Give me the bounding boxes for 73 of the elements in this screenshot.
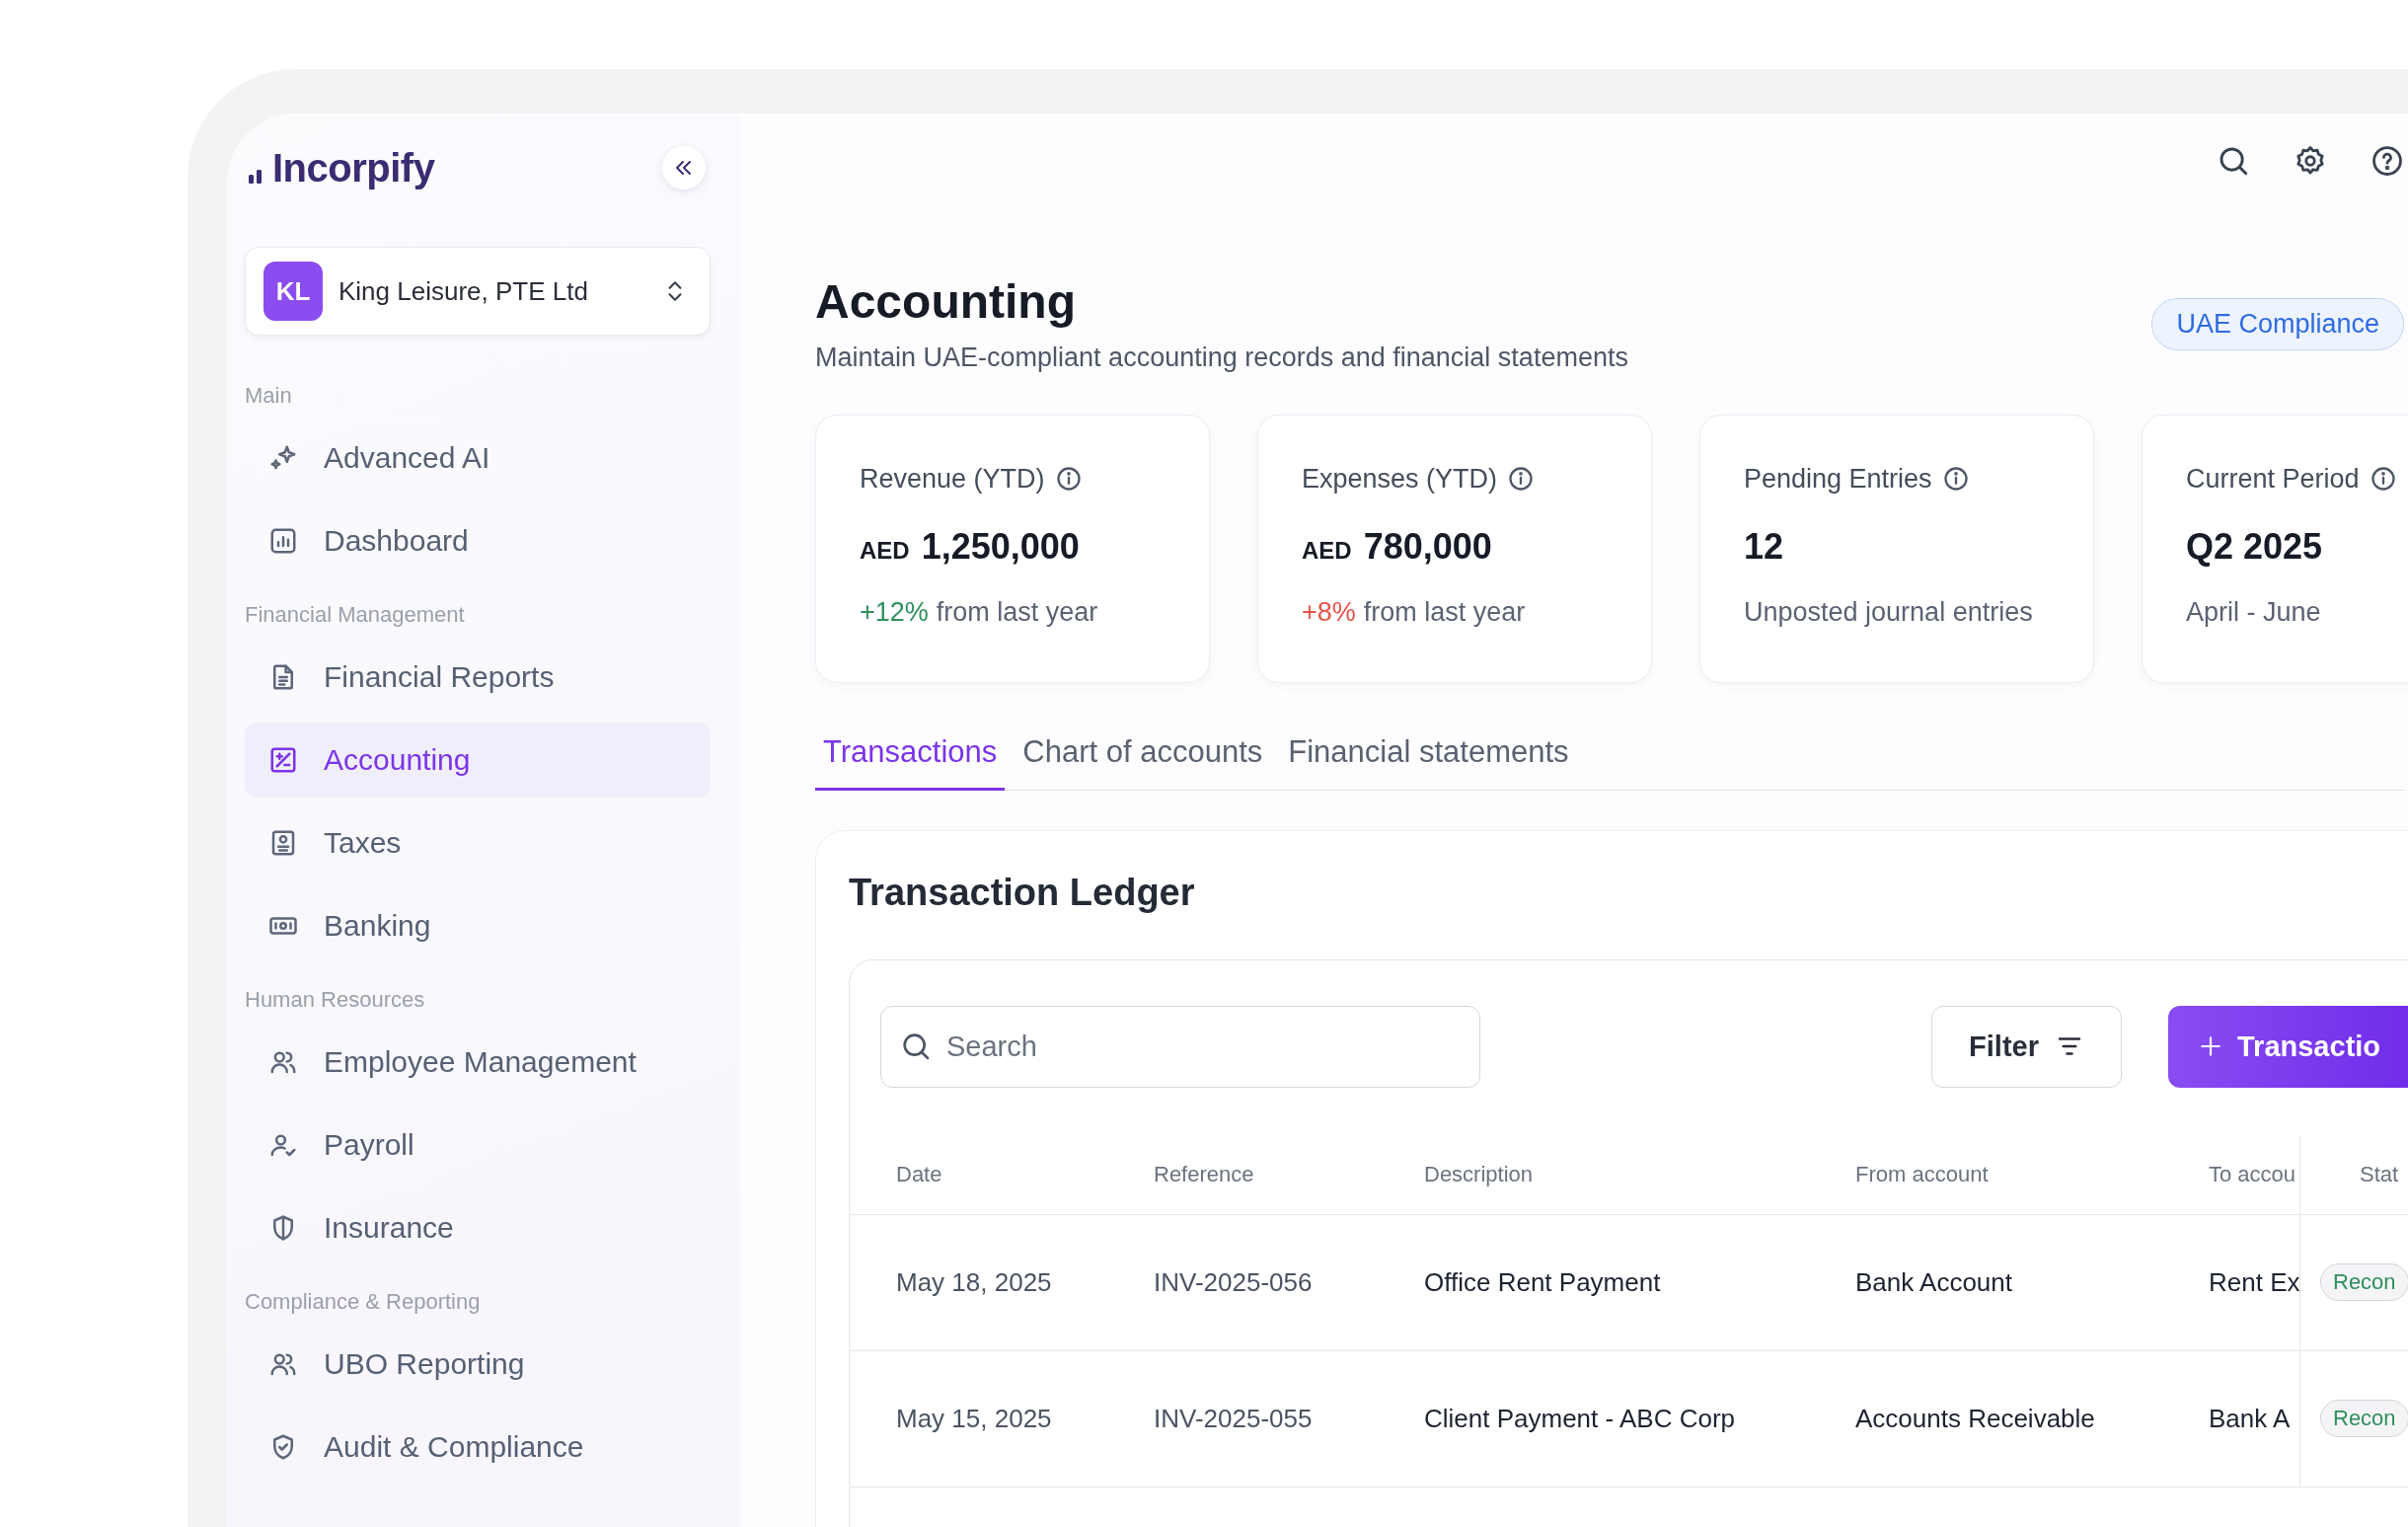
stat-note: from last year bbox=[936, 597, 1098, 628]
column-header: Date bbox=[850, 1134, 1154, 1215]
table-cell: May 18, 2025 bbox=[850, 1214, 1154, 1351]
table-cell: Client Payment - ABC Corp bbox=[1424, 1350, 1855, 1488]
table-cell: Rent Ex bbox=[2209, 1214, 2299, 1351]
table-cell: May 15, 2025 bbox=[850, 1350, 1154, 1488]
table-cell: Accounts Receivable bbox=[1855, 1350, 2209, 1488]
compliance-badge: UAE Compliance bbox=[2151, 298, 2404, 350]
currency-label: AED bbox=[1302, 537, 1352, 565]
stat-value: 780,000 bbox=[1363, 526, 1492, 568]
column-header: To accou bbox=[2209, 1134, 2299, 1215]
sidebar-item[interactable]: UBO Reporting bbox=[245, 1327, 711, 1402]
sidebar-item[interactable]: Taxes bbox=[245, 805, 711, 880]
column-header: Description bbox=[1424, 1134, 1855, 1215]
sidebar-item[interactable]: Employee Management bbox=[245, 1025, 711, 1100]
stat-value: 12 bbox=[1744, 526, 1784, 568]
status-badge: Recon bbox=[2320, 1263, 2408, 1301]
sidebar-item[interactable]: Financial Reports bbox=[245, 640, 711, 715]
tab[interactable]: Chart of accounts bbox=[1015, 721, 1271, 791]
sidebar-item[interactable]: Audit & Compliance bbox=[245, 1410, 711, 1485]
filter-button[interactable]: Filter bbox=[1931, 1005, 2122, 1088]
sidebar-item[interactable]: Insurance bbox=[245, 1190, 711, 1265]
brand-logo-text: Incorpify bbox=[272, 145, 435, 191]
sidebar-item[interactable]: Payroll bbox=[245, 1107, 711, 1183]
help-icon bbox=[2370, 144, 2404, 178]
info-icon bbox=[1054, 465, 1083, 493]
table-cell: INV-2025-056 bbox=[1154, 1214, 1424, 1351]
sidebar-item[interactable]: Dashboard bbox=[245, 503, 711, 578]
stat-label: Pending Entries bbox=[1744, 463, 1932, 495]
sidebar-item[interactable]: Banking bbox=[245, 888, 711, 963]
sidebar-item[interactable]: Accounting bbox=[245, 723, 711, 798]
table-cell: Office Rent Payment bbox=[1424, 1214, 1855, 1351]
section-label: Human Resources bbox=[245, 987, 426, 1013]
info-icon bbox=[2369, 465, 2397, 493]
info-icon bbox=[1507, 465, 1536, 493]
column-header: Reference bbox=[1154, 1134, 1424, 1215]
company-selector[interactable]: KL King Leisure, PTE Ltd bbox=[245, 247, 711, 336]
change-value: +12% bbox=[860, 597, 929, 628]
bar-chart-icon bbox=[268, 526, 298, 556]
plus-minus-icon bbox=[268, 745, 298, 775]
add-transaction-button[interactable]: Transactio bbox=[2168, 1005, 2408, 1088]
stat-label: Expenses (YTD) bbox=[1302, 463, 1498, 495]
stat-note: from last year bbox=[1363, 597, 1526, 628]
stat-label: Revenue (YTD) bbox=[860, 463, 1045, 495]
section-label: Main bbox=[245, 383, 293, 409]
tab[interactable]: Transactions bbox=[815, 721, 1006, 791]
table-cell: INV-2025-055 bbox=[1154, 1350, 1424, 1488]
stat-value: 1,250,000 bbox=[921, 526, 1080, 568]
company-avatar: KL bbox=[263, 262, 323, 321]
stat-value: Q2 2025 bbox=[2186, 526, 2323, 568]
stat-note: Unposted journal entries bbox=[1744, 597, 2033, 628]
table-cell: Bank Account bbox=[1855, 1214, 2209, 1351]
page-title: Accounting bbox=[815, 274, 1077, 330]
section-label: Compliance & Reporting bbox=[245, 1289, 482, 1315]
plus-icon bbox=[2198, 1033, 2223, 1059]
sidebar-item[interactable]: Advanced AI bbox=[245, 420, 711, 496]
column-header: Stat bbox=[2299, 1134, 2408, 1215]
change-value: +8% bbox=[1302, 597, 1356, 628]
info-icon bbox=[1941, 465, 1970, 493]
search-field[interactable]: Search bbox=[880, 1005, 1480, 1088]
page-subtitle: Maintain UAE-compliant accounting records and financial statements bbox=[815, 342, 1629, 374]
tab[interactable]: Financial statements bbox=[1280, 721, 1577, 791]
status-badge: Recon bbox=[2320, 1400, 2408, 1437]
section-label: Financial Management bbox=[245, 602, 466, 628]
stat-label: Current Period bbox=[2186, 463, 2360, 495]
help-button[interactable] bbox=[2370, 144, 2404, 178]
stat-note: April - June bbox=[2186, 597, 2321, 628]
company-name: King Leisure, PTE Ltd bbox=[339, 275, 589, 307]
collapse-button[interactable] bbox=[662, 146, 706, 190]
ledger-title: Transaction Ledger bbox=[849, 870, 1196, 914]
currency-label: AED bbox=[860, 537, 910, 565]
column-header: From account bbox=[1855, 1134, 2209, 1215]
table-cell: Bank A bbox=[2209, 1350, 2299, 1488]
